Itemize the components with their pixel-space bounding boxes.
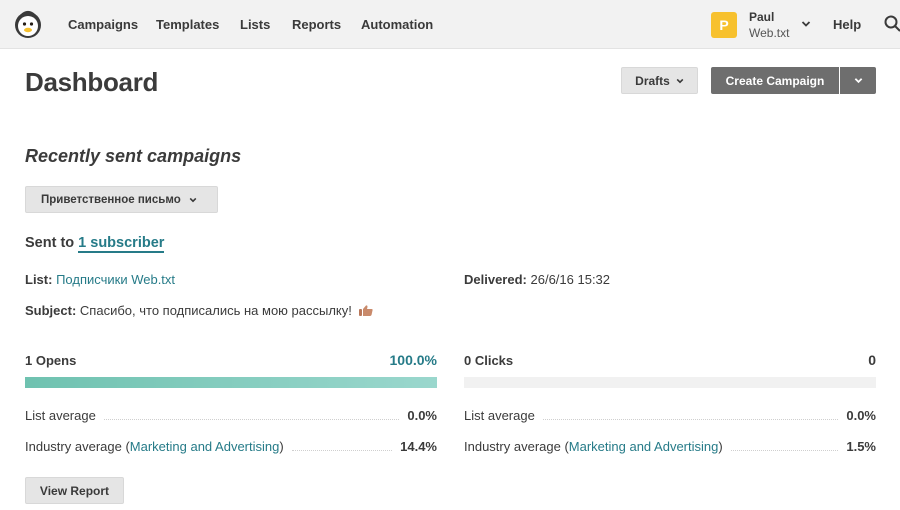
nav-reports[interactable]: Reports xyxy=(292,17,341,32)
industry-suffix: ) xyxy=(279,439,284,454)
dotted-leader xyxy=(542,419,839,420)
nav-campaigns[interactable]: Campaigns xyxy=(68,17,138,32)
industry-prefix: Industry average ( xyxy=(25,439,130,454)
account-org[interactable]: Web.txt xyxy=(749,26,789,40)
chevron-down-icon xyxy=(854,78,862,84)
sent-to-line: Sent to 1 subscriber xyxy=(25,235,165,253)
page-title: Dashboard xyxy=(25,67,159,97)
chevron-down-icon xyxy=(189,197,197,202)
create-campaign-button[interactable]: Create Campaign xyxy=(711,67,839,94)
delivered-info: Delivered: 26/6/16 15:32 xyxy=(464,272,610,287)
recently-sent-title: Recently sent campaigns xyxy=(25,146,242,166)
delivered-label: Delivered: xyxy=(464,272,527,287)
opens-list-average-value: 0.0% xyxy=(407,408,437,423)
nav-lists[interactable]: Lists xyxy=(240,17,270,32)
subject-value: Спасибо, что подписались на мою рассылку… xyxy=(79,303,352,318)
opens-industry-average-label: Industry average (Marketing and Advertis… xyxy=(25,439,284,454)
opens-bar-track xyxy=(25,377,437,388)
clicks-rate: 0 xyxy=(868,352,876,368)
nav-templates[interactable]: Templates xyxy=(156,17,219,32)
clicks-industry-average-label: Industry average (Marketing and Advertis… xyxy=(464,439,723,454)
clicks-list-average-value: 0.0% xyxy=(846,408,876,423)
opens-rate: 100.0% xyxy=(389,352,437,368)
opens-industry-average-row: Industry average (Marketing and Advertis… xyxy=(25,438,437,454)
opens-bar-fill xyxy=(25,377,437,388)
opens-list-average-label: List average xyxy=(25,408,96,423)
industry-prefix: Industry average ( xyxy=(464,439,569,454)
list-link[interactable]: Подписчики Web.txt xyxy=(56,272,175,287)
opens-list-average-row: List average 0.0% xyxy=(25,407,437,423)
view-report-button[interactable]: View Report xyxy=(25,477,124,504)
account-name[interactable]: Paul xyxy=(749,10,774,24)
top-nav: Campaigns Templates Lists Reports Automa… xyxy=(0,0,900,49)
clicks-bar-track xyxy=(464,377,876,388)
campaign-select-value: Приветственное письмо xyxy=(41,193,181,206)
list-label: List: xyxy=(25,272,53,287)
dotted-leader xyxy=(730,450,839,451)
subject-info: Subject: Спасибо, что подписались на мою… xyxy=(25,303,373,318)
thumbs-up-emoji-icon xyxy=(358,305,373,316)
nav-automation[interactable]: Automation xyxy=(361,17,433,32)
search-icon[interactable] xyxy=(884,15,900,32)
subscriber-count-link[interactable]: 1 subscriber xyxy=(78,235,165,253)
mailchimp-logo-icon[interactable] xyxy=(12,8,44,40)
account-chevron-down-icon[interactable] xyxy=(801,19,811,29)
drafts-button[interactable]: Drafts xyxy=(621,67,698,94)
clicks-list-average-label: List average xyxy=(464,408,535,423)
create-campaign-menu-button[interactable] xyxy=(840,67,876,94)
industry-suffix: ) xyxy=(718,439,723,454)
dotted-leader xyxy=(103,419,400,420)
list-info: List: Подписчики Web.txt xyxy=(25,272,175,287)
industry-link[interactable]: Marketing and Advertising xyxy=(569,439,719,454)
industry-link[interactable]: Marketing and Advertising xyxy=(130,439,280,454)
account-avatar[interactable]: P xyxy=(711,12,737,38)
clicks-label: 0 Clicks xyxy=(464,353,514,368)
subject-label: Subject: xyxy=(25,303,77,318)
clicks-industry-average-row: Industry average (Marketing and Advertis… xyxy=(464,438,876,454)
help-link[interactable]: Help xyxy=(833,17,861,32)
campaign-select[interactable]: Приветственное письмо xyxy=(25,186,218,213)
dotted-leader xyxy=(291,450,393,451)
clicks-industry-average-value: 1.5% xyxy=(846,439,876,454)
opens-industry-average-value: 14.4% xyxy=(400,439,437,454)
sent-to-prefix: Sent to xyxy=(25,235,75,251)
opens-label: 1 Opens xyxy=(25,353,77,368)
delivered-value: 26/6/16 15:32 xyxy=(530,272,611,287)
clicks-list-average-row: List average 0.0% xyxy=(464,407,876,423)
drafts-button-label: Drafts xyxy=(635,73,670,88)
chevron-down-icon xyxy=(676,78,684,83)
